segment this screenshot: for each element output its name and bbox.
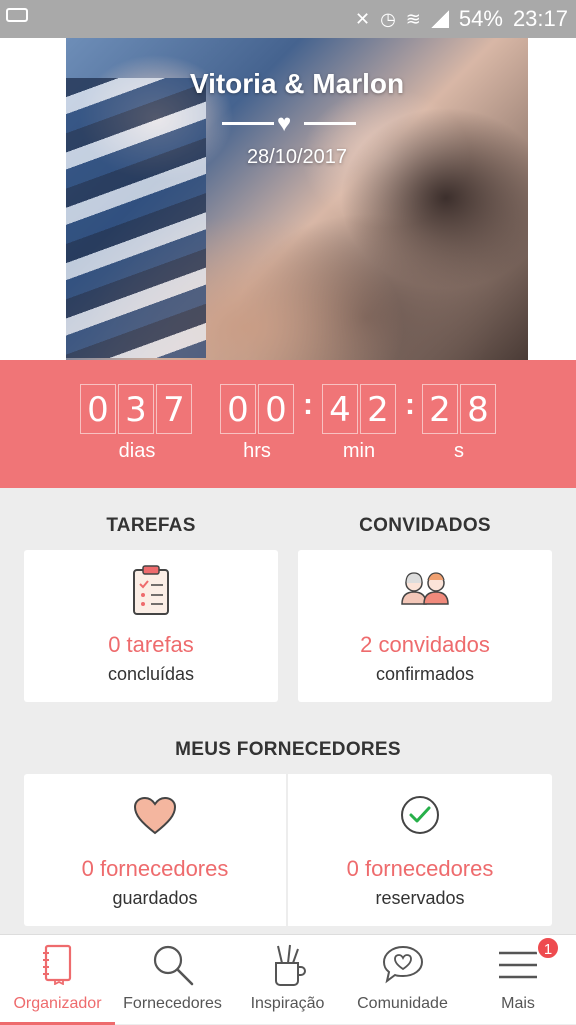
tasks-subtext: concluídas — [107, 664, 195, 684]
bottom-tab-bar: Organizador Fornecedores Inspiração Comu… — [0, 934, 576, 1025]
status-right: ✕ ◷ ≋ 54% 23:17 — [355, 6, 568, 32]
guests-card[interactable]: 2 convidados confirmados — [298, 550, 552, 702]
hero-section: Vitoria & Marlon ♥ 28/10/2017 — [0, 38, 576, 360]
chat-heart-icon — [381, 943, 425, 990]
hours-label: hrs — [243, 440, 271, 462]
saved-vendors-subtext: guardados — [112, 888, 198, 908]
tab-comunidade[interactable]: Comunidade — [345, 935, 460, 1025]
tab-label: Comunidade — [357, 995, 448, 1012]
notebook-icon — [41, 943, 75, 990]
heart-icon: ♥ — [277, 110, 292, 137]
seconds-digit-1: 2 — [422, 384, 458, 434]
seconds-digit-2: 8 — [460, 384, 496, 434]
search-icon — [151, 943, 195, 992]
minutes-label: min — [342, 440, 376, 462]
days-digit-2: 3 — [118, 384, 154, 434]
days-digit-3: 7 — [156, 384, 192, 434]
alarm-icon: ◷ — [380, 9, 396, 29]
heart-icon — [133, 796, 177, 841]
tab-label: Mais — [501, 995, 535, 1012]
hours-digit-2: 0 — [258, 384, 294, 434]
guests-title: CONVIDADOS — [359, 515, 491, 536]
vendors-title: MEUS FORNECEDORES — [175, 739, 401, 760]
title-divider-right — [304, 122, 356, 125]
wedding-date: 28/10/2017 — [246, 146, 348, 168]
tab-inspiracao[interactable]: Inspiração — [230, 935, 345, 1025]
couple-icon — [398, 570, 452, 611]
wifi-icon: ≋ — [405, 9, 421, 29]
tasks-title: TAREFAS — [106, 515, 196, 536]
clipboard-checklist-icon — [131, 564, 171, 621]
time-separator: : — [303, 388, 313, 421]
days-label: dias — [118, 440, 156, 462]
guests-subtext: confirmados — [375, 664, 475, 684]
saved-vendors-card[interactable]: 0 fornecedores guardados — [24, 774, 286, 926]
booked-vendors-subtext: reservados — [375, 888, 465, 908]
clock: 23:17 — [512, 6, 568, 31]
hours-digit-1: 0 — [220, 384, 256, 434]
couple-names: Vitoria & Marlon — [189, 68, 405, 99]
minutes-digit-1: 4 — [322, 384, 358, 434]
mute-icon: ✕ — [354, 9, 371, 29]
booked-vendors-count: 0 fornecedores — [346, 856, 494, 881]
tasks-card[interactable]: 0 tarefas concluídas — [24, 550, 278, 702]
saved-vendors-count: 0 fornecedores — [81, 856, 229, 881]
tab-label: Fornecedores — [123, 995, 222, 1012]
notification-badge: 1 — [536, 936, 560, 960]
signal-icon — [430, 10, 449, 28]
time-separator: : — [405, 388, 415, 421]
tab-label: Inspiração — [250, 995, 325, 1012]
minutes-digit-2: 2 — [360, 384, 396, 434]
booked-vendors-card[interactable]: 0 fornecedores reservados — [288, 774, 552, 926]
voicemail-icon — [6, 8, 28, 22]
check-circle-icon — [399, 794, 441, 841]
photo-shirt-detail — [66, 78, 206, 358]
tab-organizador[interactable]: Organizador — [0, 935, 115, 1025]
tasks-count: 0 tarefas — [108, 632, 194, 657]
title-divider-left — [222, 122, 274, 125]
days-digit-1: 0 — [80, 384, 116, 434]
tab-fornecedores[interactable]: Fornecedores — [115, 935, 230, 1025]
battery-percent: 54% — [458, 6, 503, 31]
status-bar: ✕ ◷ ≋ 54% 23:17 — [0, 0, 576, 38]
menu-icon — [497, 949, 539, 986]
seconds-label: s — [454, 440, 464, 462]
guests-count: 2 convidados — [360, 632, 490, 657]
tab-label: Organizador — [13, 995, 102, 1012]
countdown-banner: 0 3 7 0 0 : 4 2 : 2 8 dias hrs min s — [0, 360, 576, 488]
pencil-cup-icon — [270, 943, 306, 992]
